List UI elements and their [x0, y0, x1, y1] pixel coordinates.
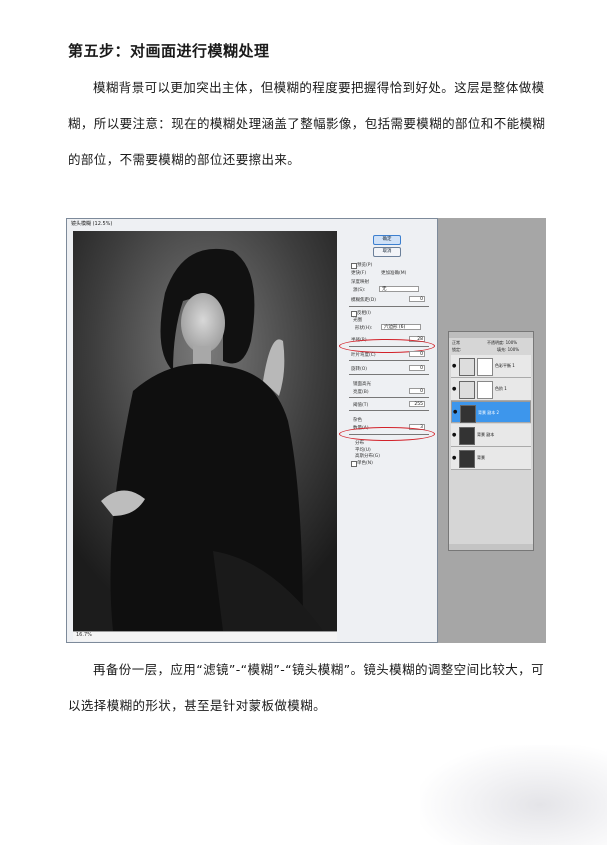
- photoshop-screenshot: 镜头模糊 (12.5%) 16.7% 确定 取消 预览(P) 更快(F) 更加准…: [66, 218, 546, 643]
- shape-select[interactable]: 六边形 (6): [381, 324, 421, 330]
- blade-input[interactable]: 0: [409, 351, 425, 357]
- source-select[interactable]: 无: [379, 286, 419, 292]
- layers-panel: 正常 不透明度: 100% 锁定: 填充: 100% ● 色彩平衡 1 ● 色阶…: [448, 331, 534, 551]
- zoom-level: 16.7%: [76, 632, 92, 638]
- lock-label: 锁定:: [452, 347, 462, 352]
- layer-thumb: [459, 450, 475, 468]
- section-heading: 第五步：对画面进行模糊处理: [68, 42, 270, 60]
- preview-label: 预览(P): [357, 263, 373, 268]
- specular-label: 镜面高光: [353, 382, 371, 387]
- layer-row-selected[interactable]: ● 背景 副本 2: [451, 401, 531, 423]
- eye-icon[interactable]: ●: [452, 363, 456, 369]
- invert-label: 反相(I): [357, 311, 371, 316]
- blur-focal-slider[interactable]: [349, 306, 429, 307]
- ok-button[interactable]: 确定: [373, 235, 401, 245]
- blade-slider[interactable]: [349, 360, 429, 361]
- blur-focal-input[interactable]: 0: [409, 296, 425, 302]
- layer-row[interactable]: ● 色阶 1: [451, 378, 531, 401]
- threshold-label: 阈值(T): [353, 403, 369, 408]
- mono-label: 单色(N): [357, 461, 373, 466]
- faster-radio[interactable]: 更快(F): [351, 270, 366, 276]
- layer-name: 色阶 1: [495, 386, 507, 391]
- dialog-title: 镜头模糊 (12.5%): [71, 221, 113, 227]
- lens-blur-dialog: 镜头模糊 (12.5%) 16.7% 确定 取消 预览(P) 更快(F) 更加准…: [66, 218, 438, 643]
- preview-canvas: [73, 231, 337, 631]
- brightness-input[interactable]: 0: [409, 388, 425, 394]
- rotation-input[interactable]: 0: [409, 365, 425, 371]
- layers-tabbar: [449, 332, 533, 338]
- gaussian-radio[interactable]: 高斯分布(G): [355, 453, 380, 459]
- corner-glow-decoration: [420, 745, 607, 845]
- layer-name: 背景 副本: [477, 432, 495, 437]
- blend-mode-select[interactable]: 正常: [452, 340, 460, 346]
- zoom-status: 16.7%: [73, 631, 337, 641]
- layers-toolbar: [449, 544, 533, 550]
- layer-mask-thumb[interactable]: [477, 381, 493, 399]
- layer-thumb: [459, 427, 475, 445]
- paragraph-intro: 模糊背景可以更加突出主体，但模糊的程度要把握得恰到好处。这层是整体做模糊，所以要…: [68, 80, 546, 167]
- layer-row[interactable]: ● 色彩平衡 1: [451, 355, 531, 378]
- rotation-label: 旋转(O): [351, 367, 368, 372]
- eye-icon[interactable]: ●: [452, 386, 456, 392]
- fill-field[interactable]: 填充: 100%: [497, 347, 519, 353]
- distribution-label: 分布: [355, 441, 364, 446]
- layer-name: 背景: [477, 455, 485, 460]
- blur-focal-label: 模糊焦距(D): [351, 298, 376, 303]
- control-panel: 确定 取消 预览(P) 更快(F) 更加准确(M) 深度映射 源(S): 无 模…: [339, 231, 435, 639]
- layer-name: 色彩平衡 1: [495, 363, 515, 368]
- opacity-field[interactable]: 不透明度: 100%: [487, 340, 517, 346]
- cancel-button[interactable]: 取消: [373, 247, 401, 257]
- layer-thumb: [460, 405, 476, 423]
- rotation-slider[interactable]: [349, 374, 429, 375]
- depth-map-label: 深度映射: [351, 280, 369, 285]
- eye-icon[interactable]: ●: [453, 410, 457, 415]
- layer-name: 背景 副本 2: [478, 410, 500, 415]
- adjustment-thumb: [459, 381, 475, 399]
- blade-label: 叶片弯度(C): [351, 353, 376, 358]
- amount-highlight-ellipse: [339, 427, 435, 441]
- source-label: 源(S):: [353, 288, 366, 293]
- threshold-input[interactable]: 255: [409, 401, 425, 407]
- shape-label: 形状(H):: [355, 326, 373, 331]
- layer-row[interactable]: ● 背景: [451, 447, 531, 470]
- more-accurate-radio[interactable]: 更加准确(M): [381, 270, 406, 276]
- iris-label: 光圈: [353, 318, 362, 323]
- eye-icon[interactable]: ●: [452, 432, 456, 438]
- eye-icon[interactable]: ●: [452, 455, 456, 461]
- threshold-slider[interactable]: [349, 410, 429, 411]
- brightness-slider[interactable]: [349, 397, 429, 398]
- brightness-label: 亮度(B): [353, 390, 369, 395]
- portrait-photo: [73, 231, 337, 631]
- noise-label: 杂色: [353, 418, 362, 423]
- layer-row[interactable]: ● 背景 副本: [451, 424, 531, 447]
- layer-mask-thumb[interactable]: [477, 358, 493, 376]
- paragraph-lens-blur: 再备份一层，应用“滤镜”-“模糊”-“镜头模糊”。镜头模糊的调整空间比较大，可以…: [68, 662, 544, 713]
- adjustment-thumb: [459, 358, 475, 376]
